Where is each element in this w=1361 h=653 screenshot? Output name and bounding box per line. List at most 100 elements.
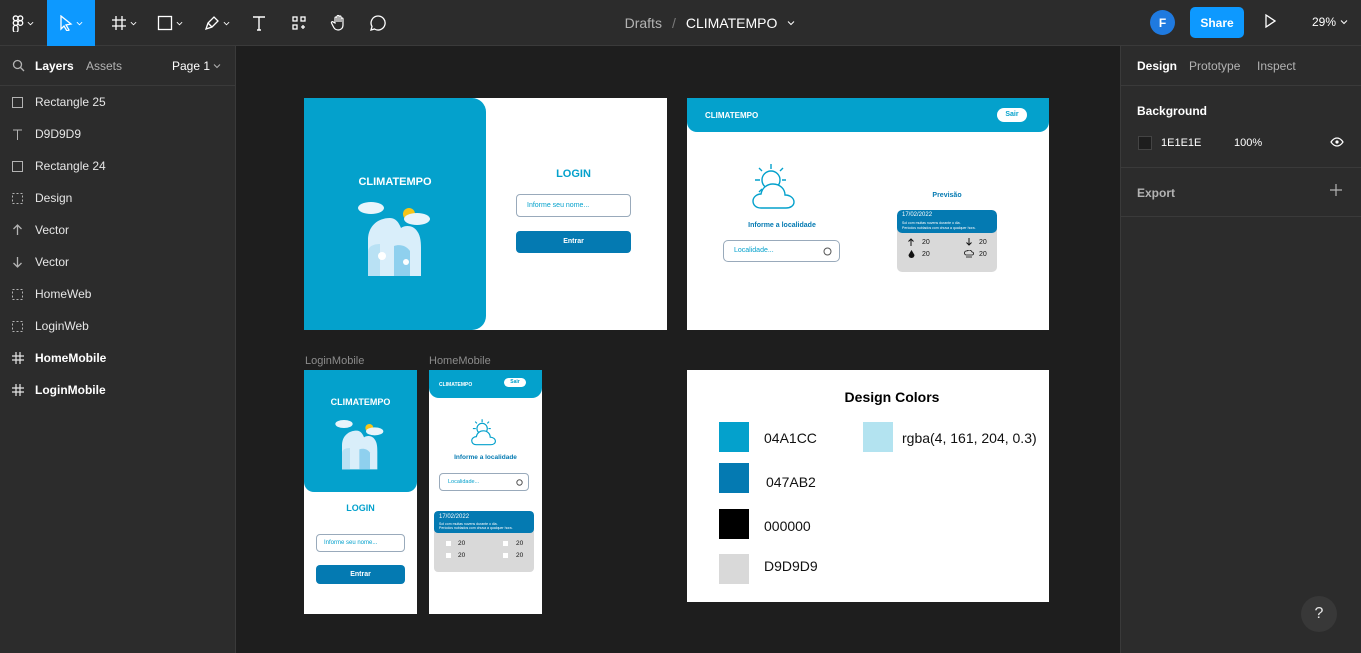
- components-icon: [292, 16, 306, 30]
- tab-assets[interactable]: Assets: [86, 59, 122, 73]
- color-swatch-047ab2[interactable]: [719, 463, 749, 493]
- left-panel-tabs: Layers Assets Page 1: [0, 46, 235, 86]
- drafts-link[interactable]: Drafts: [625, 15, 662, 31]
- name-input[interactable]: Informe seu nome...: [316, 534, 405, 552]
- temp-max-icon: [446, 541, 451, 546]
- eye-icon[interactable]: [1330, 137, 1344, 147]
- color-swatch-04a1cc[interactable]: [719, 422, 749, 452]
- brand-title: CLIMATEMPO: [439, 382, 473, 388]
- layer-label: Design: [35, 191, 73, 205]
- color-swatch-04a1cc-30[interactable]: [863, 422, 893, 452]
- humidity-value: 20: [922, 251, 930, 258]
- layer-item[interactable]: Rectangle 24: [0, 150, 236, 182]
- layer-label: D9D9D9: [35, 127, 82, 141]
- file-name[interactable]: CLIMATEMPO: [686, 15, 778, 31]
- chevron-down-icon: [27, 21, 34, 25]
- location-input[interactable]: Localidade...: [439, 473, 529, 491]
- present-button[interactable]: [1264, 13, 1277, 33]
- login-title: LOGIN: [346, 503, 375, 513]
- color-swatch-000000[interactable]: [719, 509, 749, 539]
- zoom-level: 29%: [1312, 15, 1337, 29]
- background-color-hex[interactable]: 1E1E1E: [1161, 137, 1201, 149]
- layer-label: HomeMobile: [35, 351, 107, 365]
- enter-button[interactable]: Entrar: [516, 231, 631, 253]
- background-title: Background: [1137, 104, 1208, 118]
- water-drop-icon: [908, 250, 915, 258]
- sun-cloud-icon: [752, 164, 795, 209]
- temp-max-value: 20: [922, 239, 930, 246]
- weather-illustration-icon: [358, 202, 430, 276]
- tab-design[interactable]: Design: [1137, 59, 1177, 73]
- color-label: 000000: [764, 518, 811, 534]
- text-tool-button[interactable]: [244, 0, 274, 46]
- shape-tool-button[interactable]: [150, 0, 190, 46]
- home-web-frame[interactable]: CLIMATEMPO Sair Informe a localidade Loc…: [687, 98, 1049, 330]
- chevron-down-icon: [76, 21, 83, 25]
- pen-tool-button[interactable]: [196, 0, 238, 46]
- design-colors-frame[interactable]: Design Colors 04A1CC 047AB2 000000 D9D9D…: [687, 370, 1049, 602]
- forecast-card: 17/02/2022 Sol com muitas nuvens durante…: [897, 210, 997, 272]
- right-panel-tabs: Design Prototype Inspect: [1121, 46, 1361, 86]
- home-mobile-frame[interactable]: CLIMATEMPO Sair Informe a localidade Loc…: [429, 370, 542, 614]
- layer-item[interactable]: Design: [0, 182, 236, 214]
- forecast-date: 17/02/2022: [902, 212, 933, 218]
- share-button[interactable]: Share: [1190, 7, 1244, 38]
- layer-item[interactable]: HomeWeb: [0, 278, 236, 310]
- layer-item[interactable]: HomeMobile: [0, 342, 236, 374]
- forecast-value: 20: [458, 552, 466, 559]
- zoom-menu[interactable]: 29%: [1312, 15, 1348, 29]
- comment-icon: [370, 15, 386, 31]
- frame-label-home-mobile[interactable]: HomeMobile: [429, 355, 491, 367]
- cursor-arrow-icon: [60, 15, 73, 31]
- forecast-text-1: Sol com muitas nuvens durante o dia.: [902, 221, 961, 225]
- properties-panel: Design Prototype Inspect Background 1E1E…: [1120, 46, 1361, 653]
- location-input[interactable]: Localidade...: [723, 240, 840, 262]
- design-colors-title: Design Colors: [844, 389, 940, 405]
- layer-item[interactable]: D9D9D9: [0, 118, 236, 150]
- search-icon[interactable]: [12, 59, 25, 72]
- background-section: Background 1E1E1E 100%: [1121, 86, 1361, 168]
- forecast-value: 20: [458, 540, 466, 547]
- comment-tool-button[interactable]: [363, 0, 393, 46]
- forecast-text-2: Períodos nublados com chuva a qualquer h…: [439, 526, 513, 530]
- layer-item[interactable]: Vector: [0, 246, 236, 278]
- file-breadcrumb: Drafts / CLIMATEMPO: [560, 0, 860, 46]
- name-input[interactable]: Informe seu nome...: [516, 194, 631, 217]
- tab-layers[interactable]: Layers: [35, 59, 74, 73]
- hand-icon: [330, 14, 344, 31]
- color-swatch-d9d9d9[interactable]: [719, 554, 749, 584]
- background-opacity[interactable]: 100%: [1234, 137, 1262, 149]
- layer-item[interactable]: Vector: [0, 214, 236, 246]
- help-button[interactable]: ?: [1301, 596, 1337, 632]
- hand-tool-button[interactable]: [323, 0, 355, 46]
- canvas[interactable]: CLIMATEMPO LOGIN Informe seu nome... Ent…: [236, 46, 1120, 653]
- layer-item[interactable]: Rectangle 25: [0, 86, 236, 118]
- frame-tool-button[interactable]: [102, 0, 146, 46]
- frame-hash-icon: [0, 384, 35, 396]
- move-tool-button[interactable]: [47, 0, 95, 46]
- login-title: LOGIN: [556, 168, 591, 180]
- chevron-down-icon[interactable]: [787, 19, 795, 27]
- login-mobile-frame[interactable]: CLIMATEMPO LOGIN Informe seu nome... Ent…: [304, 370, 417, 614]
- resources-tool-button[interactable]: [284, 0, 314, 46]
- enter-button[interactable]: Entrar: [316, 565, 405, 584]
- rain-icon: [503, 553, 508, 558]
- tab-inspect[interactable]: Inspect: [1257, 59, 1296, 73]
- frame-label-login-mobile[interactable]: LoginMobile: [305, 355, 364, 367]
- background-color-swatch[interactable]: [1138, 136, 1152, 150]
- tab-prototype[interactable]: Prototype: [1189, 59, 1240, 73]
- main-menu-button[interactable]: [0, 0, 46, 46]
- avatar[interactable]: F: [1150, 10, 1175, 35]
- arrow-down-icon: [966, 238, 972, 246]
- pen-icon: [204, 16, 219, 31]
- login-web-frame[interactable]: CLIMATEMPO LOGIN Informe seu nome... Ent…: [304, 98, 667, 330]
- layer-item[interactable]: LoginWeb: [0, 310, 236, 342]
- plus-icon[interactable]: [1330, 184, 1342, 196]
- page-selector[interactable]: Page 1: [172, 59, 221, 73]
- logout-button[interactable]: Sair: [504, 378, 526, 387]
- layer-item[interactable]: LoginMobile: [0, 374, 236, 406]
- rectangle-icon: [0, 96, 35, 108]
- logout-button[interactable]: Sair: [997, 108, 1027, 122]
- layer-label: HomeWeb: [35, 287, 92, 301]
- brand-title: CLIMATEMPO: [705, 111, 759, 120]
